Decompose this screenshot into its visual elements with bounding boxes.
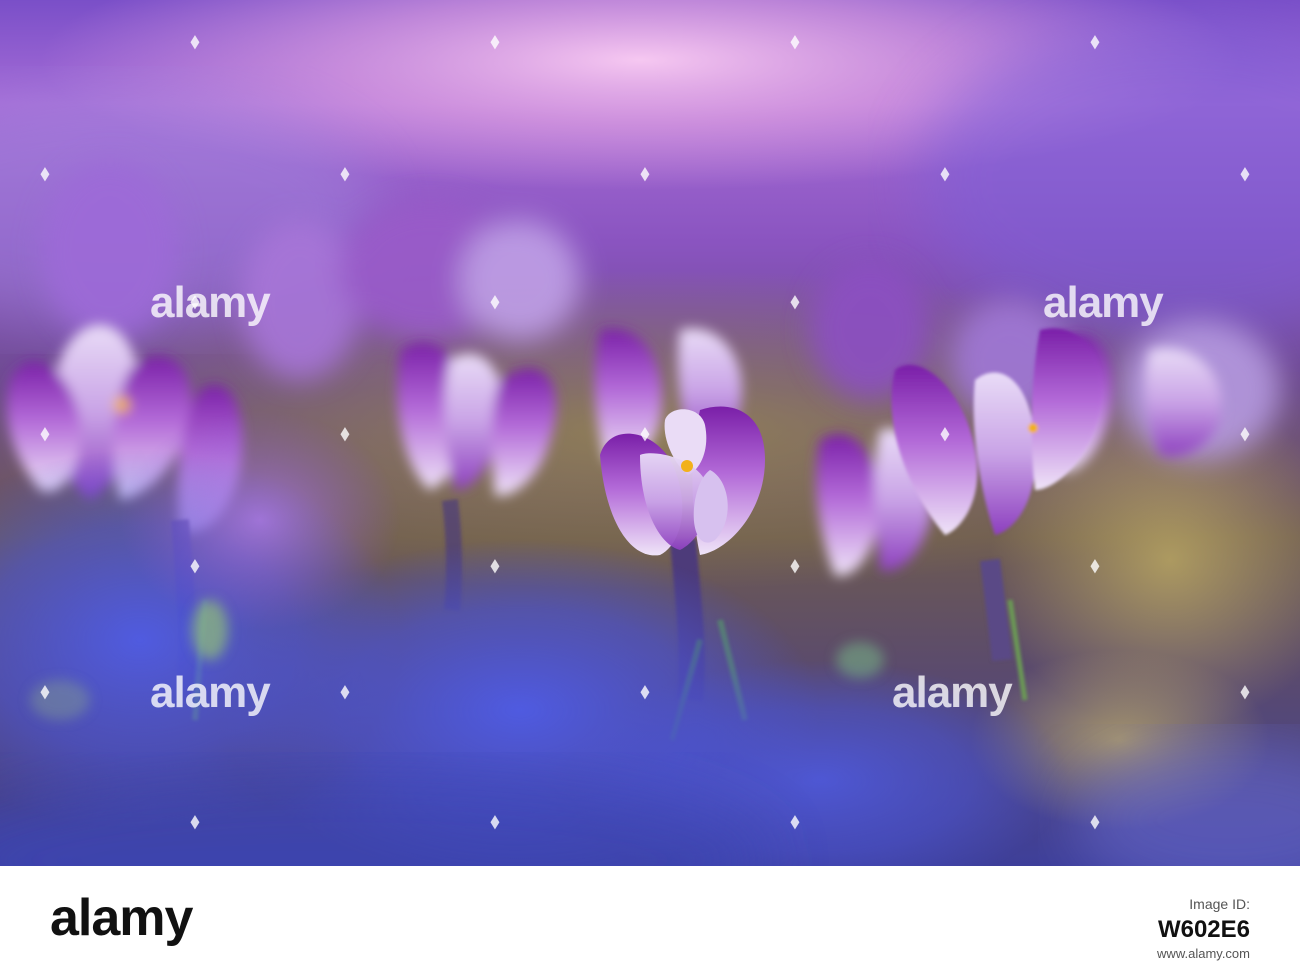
site-url[interactable]: www.alamy.com <box>1157 946 1250 961</box>
stock-photo-page: alamy alamy alamy alamy ⬧ ⬧ ⬧ ⬧ ⬧ ⬧ ⬧ ⬧ … <box>0 0 1300 961</box>
crocus-scene <box>0 0 1300 866</box>
image-id: W602E6 <box>1157 916 1250 943</box>
stock-footer: alamy Image ID: W602E6 www.alamy.com <box>0 866 1300 961</box>
crocus-photo: alamy alamy alamy alamy ⬧ ⬧ ⬧ ⬧ ⬧ ⬧ ⬧ ⬧ … <box>0 0 1300 866</box>
stamen <box>681 460 693 472</box>
alamy-logo[interactable]: alamy <box>50 888 193 948</box>
image-info: Image ID: W602E6 www.alamy.com <box>1157 896 1250 961</box>
image-id-label: Image ID: <box>1189 896 1250 912</box>
